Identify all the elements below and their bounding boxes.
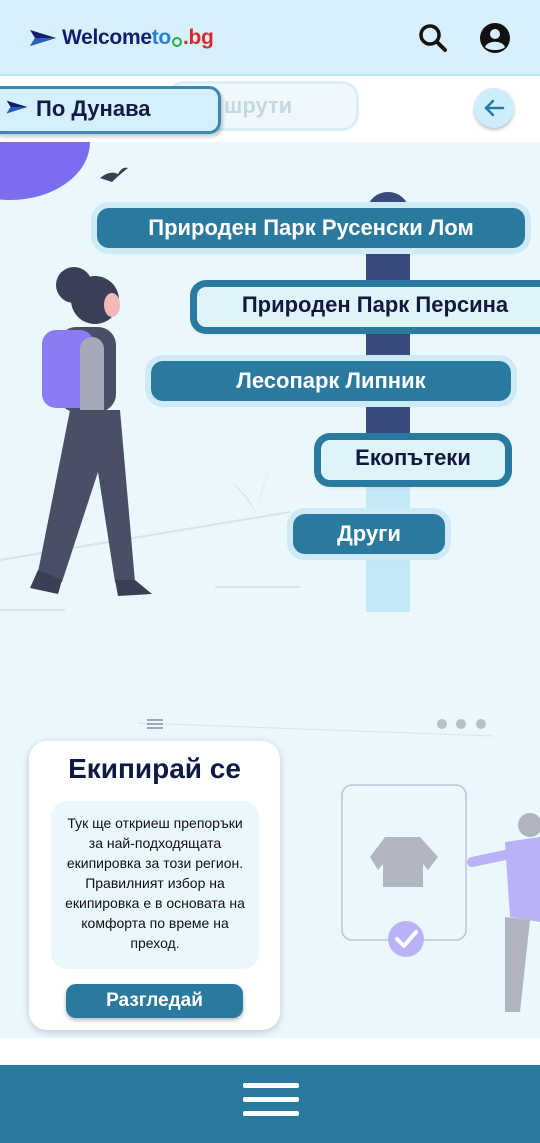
equipment-card: Екипирай се Тук ще откриеш препоръки за … — [29, 741, 280, 1030]
menu-icon[interactable] — [243, 1083, 299, 1123]
logo-text: Welcometo .bg — [62, 26, 214, 49]
destination-sign-lipnik[interactable]: Лесопарк Липник — [151, 361, 511, 401]
paper-plane-icon — [6, 100, 28, 114]
destination-sign-eco-trails[interactable]: Екопътеки — [318, 437, 508, 483]
site-logo[interactable]: Welcometo .bg — [30, 26, 214, 50]
top-header: Welcometo .bg — [0, 0, 540, 76]
search-icon[interactable] — [417, 22, 449, 54]
paper-plane-icon — [30, 30, 56, 46]
back-button[interactable] — [474, 88, 514, 128]
browse-equipment-button[interactable]: Разгледай — [66, 984, 243, 1018]
equipment-card-description-box: Тук ще откриеш препоръки за най-подходящ… — [51, 801, 259, 969]
bottom-nav-bar — [0, 1065, 540, 1143]
filter-chip-label: По Дунава — [36, 96, 151, 121]
destination-sign-persina[interactable]: Природен Парк Персина — [194, 284, 540, 330]
account-icon[interactable] — [479, 22, 511, 54]
arrow-left-icon — [484, 99, 505, 117]
destination-sign-rusenski-lom[interactable]: Природен Парк Русенски Лом — [97, 208, 525, 248]
equipment-card-title: Екипирай се — [68, 753, 241, 784]
filter-chip-danube[interactable]: По Дунава — [0, 86, 221, 134]
destination-sign-other[interactable]: Други — [293, 514, 445, 554]
equipment-card-description: Тук ще откриеш препоръки за най-подходящ… — [65, 815, 245, 951]
